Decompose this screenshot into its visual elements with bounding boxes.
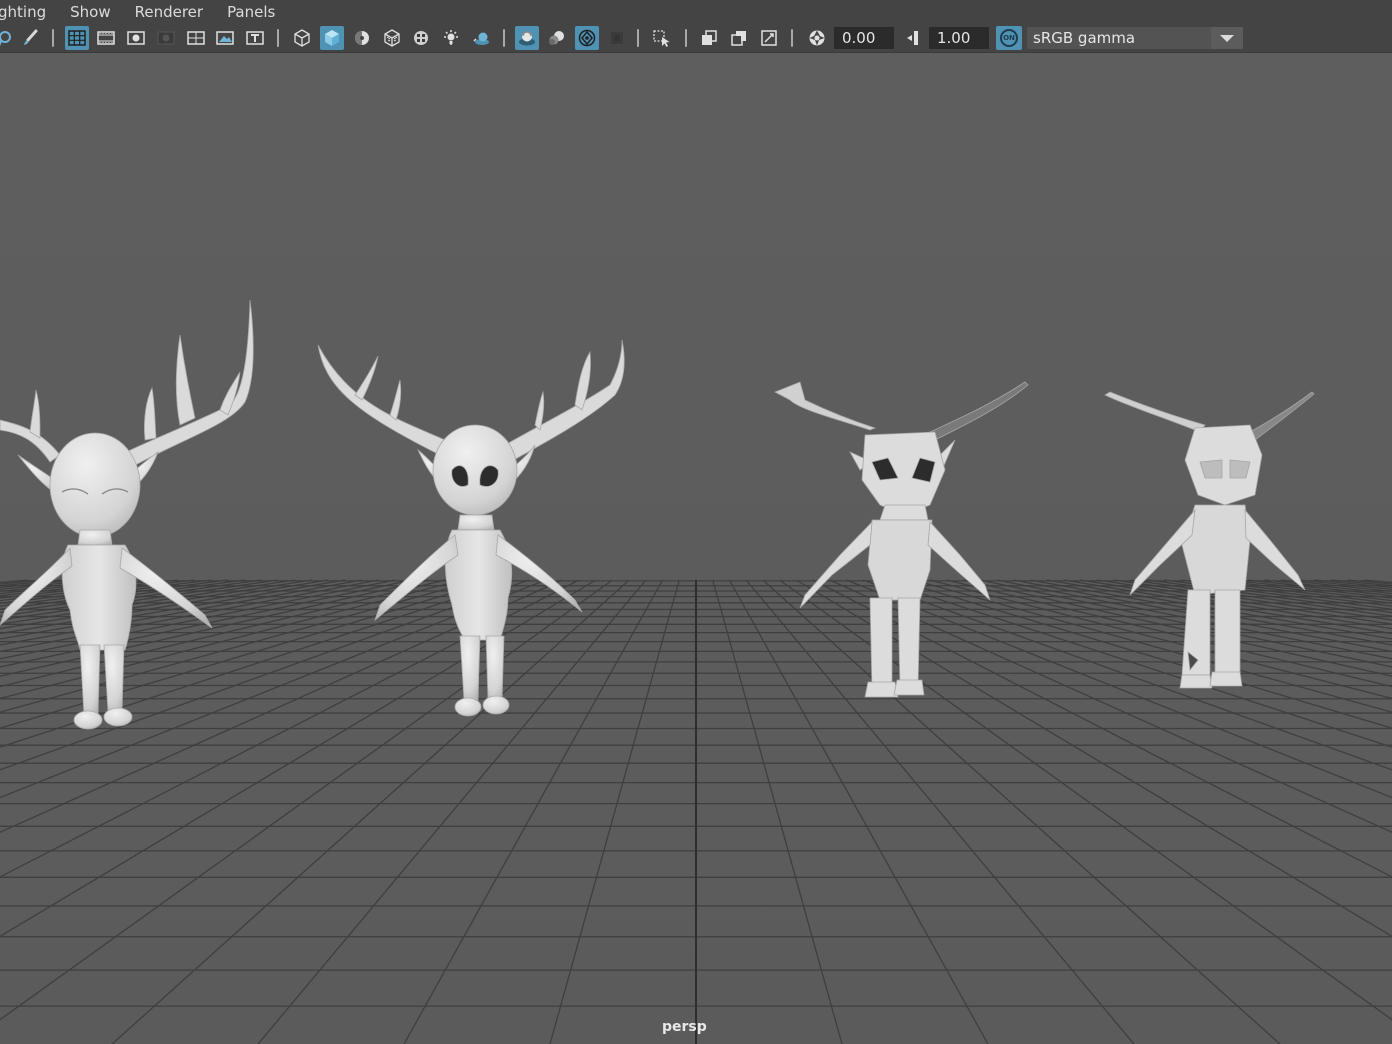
smooth-shade-cube-icon[interactable] — [320, 26, 344, 50]
menu-panels[interactable]: Panels — [215, 0, 287, 24]
grid-line — [0, 579, 346, 640]
grid-line — [1247, 579, 1392, 597]
chevron-down-icon[interactable] — [1211, 27, 1243, 49]
film-gate-icon[interactable] — [94, 26, 118, 50]
viewport-scene[interactable] — [0, 53, 1392, 1044]
toolbar-separator — [684, 29, 687, 47]
grid-line — [963, 579, 1392, 677]
grid-line — [1180, 579, 1392, 607]
grid-line — [745, 579, 1135, 1044]
grid-line — [1280, 579, 1392, 593]
panel-menubar: ghting Show Renderer Panels — [0, 0, 1392, 24]
view-transform-toggle[interactable]: ON — [996, 26, 1022, 50]
grid-line — [0, 579, 362, 646]
grid-line — [1214, 579, 1392, 602]
xray-joints-icon[interactable] — [757, 26, 781, 50]
exposure-icon[interactable] — [805, 26, 829, 50]
motion-blur-icon[interactable] — [545, 26, 569, 50]
toolbar-separator — [502, 29, 505, 47]
character-model-2[interactable] — [317, 339, 625, 717]
gate-mask-icon[interactable] — [154, 26, 178, 50]
grid-line — [929, 579, 1392, 700]
use-all-lights-icon[interactable] — [439, 26, 463, 50]
menu-renderer[interactable]: Renderer — [123, 0, 215, 24]
multisample-aa-icon[interactable] — [575, 26, 599, 50]
gamma-field[interactable]: 1.00 — [929, 27, 989, 49]
checker-texture-icon[interactable] — [409, 26, 433, 50]
color-space-dropdown[interactable]: sRGB gamma — [1027, 27, 1243, 49]
viewport-panel: ghting Show Renderer Panels 0.00 1.00 ON… — [0, 0, 1392, 1044]
toolbar-separator — [276, 29, 279, 47]
grid-line — [1030, 579, 1392, 646]
toolbar-separator — [790, 29, 793, 47]
grid-line — [549, 579, 680, 1044]
grid-line — [0, 579, 412, 668]
menu-lighting[interactable]: ghting — [0, 0, 58, 24]
color-space-value: sRGB gamma — [1033, 29, 1136, 47]
grid-line — [1364, 579, 1392, 584]
grid-line — [1130, 579, 1392, 617]
grid-line — [946, 579, 1392, 688]
grid-line — [712, 579, 843, 1044]
grid-toggle-icon[interactable] — [65, 26, 89, 50]
grid-line — [896, 579, 1392, 729]
xray-icon[interactable] — [697, 26, 721, 50]
safe-action-icon[interactable] — [213, 26, 237, 50]
lasso-icon[interactable] — [0, 26, 18, 50]
grid-line — [879, 579, 1392, 748]
depth-of-field-icon[interactable] — [605, 26, 629, 50]
grid-line — [0, 579, 513, 748]
resolution-gate-icon[interactable] — [124, 26, 148, 50]
textured-cube-icon[interactable] — [380, 26, 404, 50]
toolbar-separator — [51, 29, 54, 47]
grid-line — [257, 579, 647, 1044]
grid-line — [0, 579, 262, 617]
grid-line — [0, 579, 446, 688]
ground-grid — [0, 579, 1392, 1044]
grid-line — [0, 579, 279, 621]
grid-line — [0, 579, 429, 677]
camera-name-label: persp — [662, 1019, 707, 1035]
character-model-3[interactable] — [774, 381, 1029, 698]
panel-toolbar: 0.00 1.00 ON sRGB gamma — [0, 24, 1392, 53]
grid-line — [1113, 579, 1392, 621]
menu-show[interactable]: Show — [58, 0, 122, 24]
wireframe-cube-icon[interactable] — [290, 26, 314, 50]
grid-line — [0, 579, 496, 729]
default-material-icon[interactable] — [350, 26, 374, 50]
shadows-icon[interactable] — [469, 26, 493, 50]
screen-space-ao-icon[interactable] — [515, 26, 539, 50]
xray-active-components-icon[interactable] — [727, 26, 751, 50]
grid-line — [0, 579, 28, 584]
gamma-icon[interactable] — [901, 26, 925, 50]
isolate-select-icon[interactable] — [650, 26, 674, 50]
3d-viewport[interactable] — [0, 53, 1392, 1044]
safe-title-icon[interactable] — [243, 26, 267, 50]
field-chart-icon[interactable] — [184, 26, 208, 50]
paint-brush-icon[interactable] — [18, 26, 42, 50]
grid-line — [0, 579, 463, 700]
view-transform-on-icon: ON — [1000, 29, 1018, 47]
exposure-field[interactable]: 0.00 — [834, 27, 894, 49]
toolbar-separator — [636, 29, 639, 47]
character-model-1[interactable] — [0, 299, 254, 730]
